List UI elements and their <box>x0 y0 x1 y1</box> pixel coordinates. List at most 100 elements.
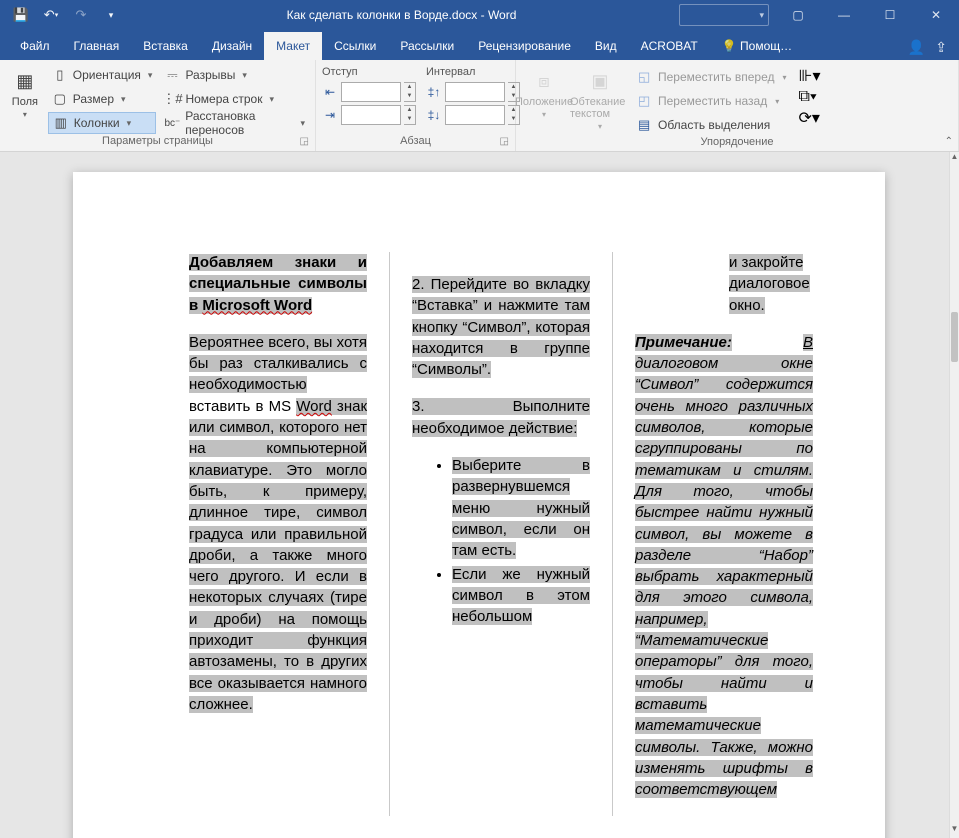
line-numbers-label: Номера строк <box>185 92 262 106</box>
sign-in-icon[interactable]: 👤 <box>908 39 925 56</box>
undo-icon[interactable]: ↶▾ <box>38 2 64 28</box>
indent-right-input[interactable]: ⇥ ▲▼ <box>322 105 416 125</box>
column-separator-1 <box>389 252 390 816</box>
col2-li2[interactable]: Если же нужный символ в этом небольшом <box>452 566 590 626</box>
selection-pane-label: Область выделения <box>658 118 770 132</box>
col1-p1b[interactable]: вставить в MS <box>189 398 296 415</box>
selection-pane-icon: ▤ <box>638 117 654 133</box>
col1-p1c[interactable]: знак или символ, которого нет на компьют… <box>189 398 367 713</box>
position-label: Положение <box>515 96 573 108</box>
tab-insert[interactable]: Вставка <box>131 32 200 60</box>
spacing-after-input[interactable]: ‡↓▲▼ <box>426 105 520 125</box>
ribbon-display-icon[interactable]: ▢ <box>775 0 821 30</box>
text-column-3: и закройте диалоговое окно. Примечание: … <box>635 252 813 816</box>
columns-label: Колонки <box>74 116 120 130</box>
col2-p1[interactable]: 2. Перейдите во вкладку “Вставка” и нажм… <box>412 276 590 378</box>
qat-customize-icon[interactable]: ▾ <box>98 2 124 28</box>
breaks-icon: ⎓ <box>164 67 180 83</box>
col1-p1w[interactable]: Word <box>296 398 332 415</box>
tab-review[interactable]: Рецензирование <box>466 32 583 60</box>
maximize-icon[interactable]: ☐ <box>867 0 913 30</box>
document-area[interactable]: Добавляем знаки и специальные символы в … <box>0 152 949 838</box>
paragraph-dialog-icon[interactable]: ◲ <box>500 136 509 147</box>
spacing-after-field[interactable] <box>445 105 505 125</box>
title-bar: 💾 ↶▾ ↷ ▾ Как сделать колонки в Ворде.doc… <box>0 0 959 30</box>
col2-p2[interactable]: 3. Выполните необходимое действие: <box>412 398 590 436</box>
orientation-button[interactable]: ▯Ориентация▾ <box>48 64 157 86</box>
orientation-icon: ▯ <box>52 67 68 83</box>
columns-button[interactable]: ▥Колонки▾ <box>48 112 157 134</box>
wrap-text-icon: ▣ <box>586 68 614 94</box>
rotate-icon: ⟳ <box>799 110 812 127</box>
tab-help[interactable]: 💡 Помощ… <box>710 32 804 60</box>
window-title: Как сделать колонки в Ворде.docx - Word <box>124 8 679 22</box>
line-numbers-button[interactable]: ⋮#Номера строк▾ <box>160 88 309 110</box>
col3-top[interactable]: и закройте диалоговое окно. <box>729 254 810 314</box>
col1-p1a[interactable]: Вероятнее всего, вы хотя бы раз сталкива… <box>189 334 367 394</box>
tab-file[interactable]: Файл <box>8 32 62 60</box>
scroll-up-icon[interactable]: ▲ <box>950 152 959 166</box>
size-button[interactable]: ▢Размер▾ <box>48 88 157 110</box>
tab-layout[interactable]: Макет <box>264 32 322 60</box>
rotate-button: ⟳▾ <box>799 108 821 128</box>
col2-li1[interactable]: Выберите в развернувшемся меню нужный си… <box>452 457 590 559</box>
save-icon[interactable]: 💾 <box>8 2 34 28</box>
col1-title-b[interactable]: Microsoft Word <box>202 297 312 314</box>
line-numbers-icon: ⋮# <box>164 91 180 107</box>
indent-left-icon: ⇤ <box>322 85 338 99</box>
selection-pane-button[interactable]: ▤ Область выделения <box>634 114 791 136</box>
close-icon[interactable]: ✕ <box>913 0 959 30</box>
margins-icon: ▦ <box>11 68 39 94</box>
text-column-2: 2. Перейдите во вкладку “Вставка” и нажм… <box>412 252 590 816</box>
tab-home[interactable]: Главная <box>62 32 132 60</box>
wrap-text-label: Обтекание текстом <box>570 96 630 120</box>
group-arrange: ⧈ Положение ▾ ▣ Обтекание текстом ▾ ◱Пер… <box>516 60 959 151</box>
tab-help-label: Помощ… <box>740 39 792 53</box>
tab-design[interactable]: Дизайн <box>200 32 264 60</box>
align-icon: ⊪ <box>799 68 813 85</box>
share-icon[interactable]: ⇪ <box>935 39 947 56</box>
breaks-label: Разрывы <box>185 68 235 82</box>
position-button: ⧈ Положение ▾ <box>522 64 566 136</box>
position-icon: ⧈ <box>530 68 558 94</box>
tab-view[interactable]: Вид <box>583 32 629 60</box>
ribbon-tabs: Файл Главная Вставка Дизайн Макет Ссылки… <box>0 30 959 60</box>
vertical-scrollbar[interactable]: ▲ ▼ <box>949 152 959 838</box>
spacing-after-icon: ‡↓ <box>426 108 442 122</box>
breaks-button[interactable]: ⎓Разрывы▾ <box>160 64 309 86</box>
indent-right-icon: ⇥ <box>322 108 338 122</box>
group-page-setup: ▦ Поля ▾ ▯Ориентация▾ ▢Размер▾ ▥Колонки▾… <box>0 60 316 151</box>
group-icon: ⧉ <box>799 88 810 105</box>
tab-acrobat[interactable]: ACROBAT <box>629 32 710 60</box>
hyphenation-button[interactable]: bc⁻Расстановка переносов▾ <box>160 112 309 134</box>
group-arrange-label: Упорядочение <box>701 136 774 148</box>
spacing-label: Интервал <box>426 66 520 78</box>
spacing-before-input[interactable]: ‡↑▲▼ <box>426 82 520 102</box>
indent-left-input[interactable]: ⇤ ▲▼ <box>322 82 416 102</box>
send-backward-button: ◰Переместить назад▾ <box>634 90 791 112</box>
collapse-ribbon-icon[interactable]: ⌃ <box>945 136 953 147</box>
tab-references[interactable]: Ссылки <box>322 32 388 60</box>
scroll-down-icon[interactable]: ▼ <box>950 824 959 838</box>
group-objects-button: ⧉▾ <box>799 88 821 106</box>
indent-label: Отступ <box>322 66 416 78</box>
col3-note-label[interactable]: Примечание: <box>635 334 732 351</box>
group-paragraph: Отступ ⇤▲▼ ⇥▲▼ Интервал ‡↑▲▼ ‡↓▲▼ Абзац◲ <box>316 60 516 151</box>
page-setup-dialog-icon[interactable]: ◲ <box>300 136 309 147</box>
scroll-thumb[interactable] <box>951 312 958 362</box>
indent-left-field[interactable] <box>341 82 401 102</box>
tab-mailings[interactable]: Рассылки <box>388 32 466 60</box>
column-separator-2 <box>612 252 613 816</box>
col3-note-u[interactable]: В <box>803 334 813 351</box>
minimize-icon[interactable]: — <box>821 0 867 30</box>
hyphenation-label: Расстановка переносов <box>185 109 293 137</box>
size-label: Размер <box>73 92 114 106</box>
indent-left-stepper[interactable]: ▲▼ <box>404 82 416 102</box>
spacing-before-field[interactable] <box>445 82 505 102</box>
indent-right-field[interactable] <box>341 105 401 125</box>
col3-note[interactable]: диалоговом окне “Символ” содержится очен… <box>635 355 813 798</box>
redo-icon[interactable]: ↷ <box>68 2 94 28</box>
margins-button[interactable]: ▦ Поля ▾ <box>6 64 44 134</box>
indent-right-stepper[interactable]: ▲▼ <box>404 105 416 125</box>
user-account-box[interactable]: ▾ <box>679 4 769 26</box>
